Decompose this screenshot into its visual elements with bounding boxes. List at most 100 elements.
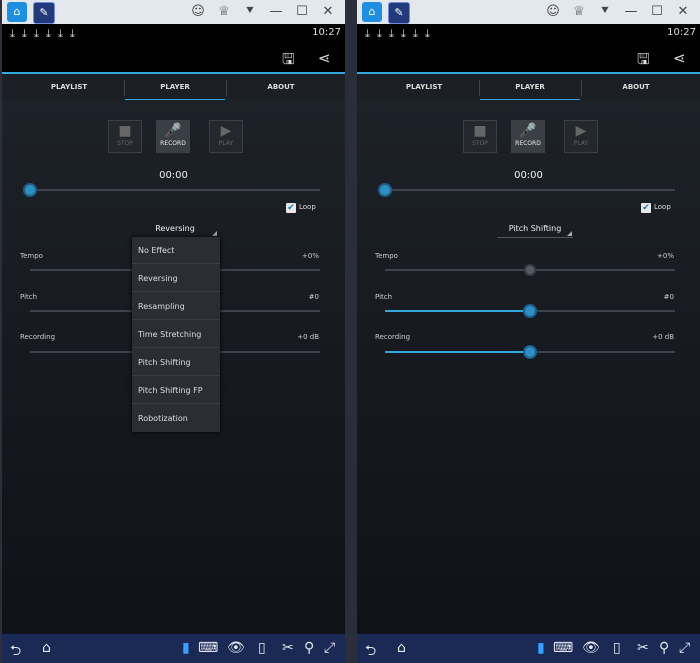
share-icon[interactable]: ⋖ — [673, 49, 686, 67]
action-bar: 🖫 ⋖ — [357, 42, 700, 72]
bluestacks-navbar: ⮌ ⌂ ▮ ⌨ 👁 ▯ ✂ ⚲ ⤢ — [357, 634, 700, 663]
save-icon[interactable]: 🖫 — [637, 49, 650, 74]
location-icon[interactable]: ⚲ — [304, 640, 314, 656]
menu-icon[interactable]: ⯆ — [242, 4, 258, 20]
account-icon[interactable]: ☺ — [545, 4, 561, 20]
menu-item-pitch-shifting-fp[interactable]: Pitch Shifting FP — [132, 377, 220, 404]
app-tab-button[interactable]: ✎ — [33, 2, 55, 24]
shirt-icon[interactable]: ♕ — [571, 4, 587, 20]
pitch-slider-fill — [385, 310, 530, 312]
pitch-label: Pitch — [20, 293, 38, 301]
tempo-value: +0% — [302, 252, 319, 260]
player-content: ■ STOP 🎤 RECORD ▶ PLAY 00:00 ✔ Loop Pitc… — [357, 100, 700, 634]
portrait-icon[interactable]: ▮ — [537, 640, 545, 656]
menu-icon[interactable]: ⯆ — [597, 4, 613, 20]
scissors-icon[interactable]: ✂ — [637, 640, 649, 656]
play-button[interactable]: ▶ PLAY — [564, 120, 598, 153]
menu-item-robotization[interactable]: Robotization — [132, 405, 220, 432]
recording-label: Recording — [20, 333, 56, 341]
phone-icon[interactable]: ▯ — [613, 640, 621, 656]
fullscreen-icon[interactable]: ⤢ — [324, 640, 335, 656]
spinner-arrow-icon — [567, 231, 572, 236]
eye-icon[interactable]: 👁 — [582, 640, 600, 656]
account-icon[interactable]: ☺ — [190, 4, 206, 20]
app-icon: ✎ — [394, 6, 404, 19]
tab-about[interactable]: ABOUT — [226, 74, 336, 102]
timer-display: 00:00 — [159, 170, 188, 181]
right-screen: ⌂ ✎ ☺ ♕ ⯆ — ☐ ✕ ⤓ ⤓ ⤓ ⤓ ⤓ ⤓ 10:27 🖫 ⋖ PL… — [357, 0, 700, 663]
position-slider-knob[interactable] — [378, 183, 392, 197]
play-icon: ▶ — [575, 123, 587, 139]
timer-display: 00:00 — [514, 170, 543, 181]
play-button[interactable]: ▶ PLAY — [209, 120, 243, 153]
download-icon: ⤓ — [10, 27, 15, 40]
home-icon[interactable]: ⌂ — [397, 640, 406, 656]
menu-item-reversing[interactable]: Reversing — [132, 265, 220, 292]
app-tab-button[interactable]: ✎ — [388, 2, 410, 24]
bluestacks-home-button[interactable]: ⌂ — [7, 2, 27, 22]
loop-checkbox[interactable]: ✔ — [286, 203, 296, 213]
shirt-icon[interactable]: ♕ — [216, 4, 232, 20]
eye-icon[interactable]: 👁 — [227, 640, 245, 656]
back-icon[interactable]: ⮌ — [365, 640, 376, 663]
record-button[interactable]: 🎤 RECORD — [156, 120, 190, 153]
record-button[interactable]: 🎤 RECORD — [511, 120, 545, 153]
close-button[interactable]: ✕ — [675, 4, 691, 20]
back-icon[interactable]: ⮌ — [10, 640, 21, 663]
scissors-icon[interactable]: ✂ — [282, 640, 294, 656]
save-icon[interactable]: 🖫 — [282, 49, 295, 74]
tempo-slider-knob[interactable] — [524, 264, 536, 276]
home-icon: ⌂ — [368, 5, 376, 18]
tab-playlist[interactable]: PLAYLIST — [14, 74, 124, 102]
location-icon[interactable]: ⚲ — [659, 640, 669, 656]
effect-spinner[interactable]: Pitch Shifting — [497, 221, 573, 238]
tab-about[interactable]: ABOUT — [581, 74, 691, 102]
maximize-button[interactable]: ☐ — [294, 4, 310, 20]
share-icon[interactable]: ⋖ — [318, 49, 331, 67]
recording-slider-fill — [385, 351, 530, 353]
tempo-label: Tempo — [20, 252, 43, 260]
action-bar: 🖫 ⋖ — [2, 42, 345, 72]
fullscreen-icon[interactable]: ⤢ — [679, 640, 690, 656]
phone-icon[interactable]: ▯ — [258, 640, 266, 656]
minimize-button[interactable]: — — [268, 4, 284, 20]
tempo-value: +0% — [657, 252, 674, 260]
close-button[interactable]: ✕ — [320, 4, 336, 20]
menu-item-resampling[interactable]: Resampling — [132, 293, 220, 320]
pitch-value: #0 — [308, 293, 319, 301]
effect-spinner[interactable]: Reversing — [132, 221, 218, 238]
position-slider-knob[interactable] — [23, 183, 37, 197]
tab-playlist[interactable]: PLAYLIST — [369, 74, 479, 102]
minimize-button[interactable]: — — [623, 4, 639, 20]
status-clock: 10:27 — [667, 27, 696, 38]
loop-checkbox[interactable]: ✔ — [641, 203, 651, 213]
pitch-value: #0 — [663, 293, 674, 301]
app-icon: ✎ — [39, 6, 49, 19]
recording-slider-knob[interactable] — [523, 345, 537, 359]
pitch-slider-knob[interactable] — [523, 304, 537, 318]
position-slider-track[interactable] — [385, 189, 675, 191]
status-bar: ⤓ ⤓ ⤓ ⤓ ⤓ ⤓ 10:27 — [357, 24, 700, 42]
download-icon: ⤓ — [22, 27, 27, 40]
home-icon[interactable]: ⌂ — [42, 640, 51, 656]
stop-button[interactable]: ■ STOP — [108, 120, 142, 153]
portrait-icon[interactable]: ▮ — [182, 640, 190, 656]
bluestacks-navbar: ⮌ ⌂ ▮ ⌨ 👁 ▯ ✂ ⚲ ⤢ — [2, 634, 345, 663]
keyboard-icon[interactable]: ⌨ — [553, 640, 573, 656]
status-bar: ⤓ ⤓ ⤓ ⤓ ⤓ ⤓ 10:27 — [2, 24, 345, 42]
menu-item-time-stretching[interactable]: Time Stretching — [132, 321, 220, 348]
download-icon: ⤓ — [34, 27, 39, 40]
pitch-label: Pitch — [375, 293, 393, 301]
tab-player[interactable]: PLAYER — [125, 74, 225, 102]
stop-button[interactable]: ■ STOP — [463, 120, 497, 153]
download-icon: ⤓ — [389, 27, 394, 40]
download-icon: ⤓ — [70, 27, 75, 40]
tab-player[interactable]: PLAYER — [480, 74, 580, 102]
menu-item-pitch-shifting[interactable]: Pitch Shifting — [132, 349, 220, 376]
maximize-button[interactable]: ☐ — [649, 4, 665, 20]
bluestacks-home-button[interactable]: ⌂ — [362, 2, 382, 22]
effect-spinner-value: Pitch Shifting — [508, 224, 562, 233]
position-slider-track[interactable] — [30, 189, 320, 191]
menu-item-no-effect[interactable]: No Effect — [132, 237, 220, 264]
keyboard-icon[interactable]: ⌨ — [198, 640, 218, 656]
